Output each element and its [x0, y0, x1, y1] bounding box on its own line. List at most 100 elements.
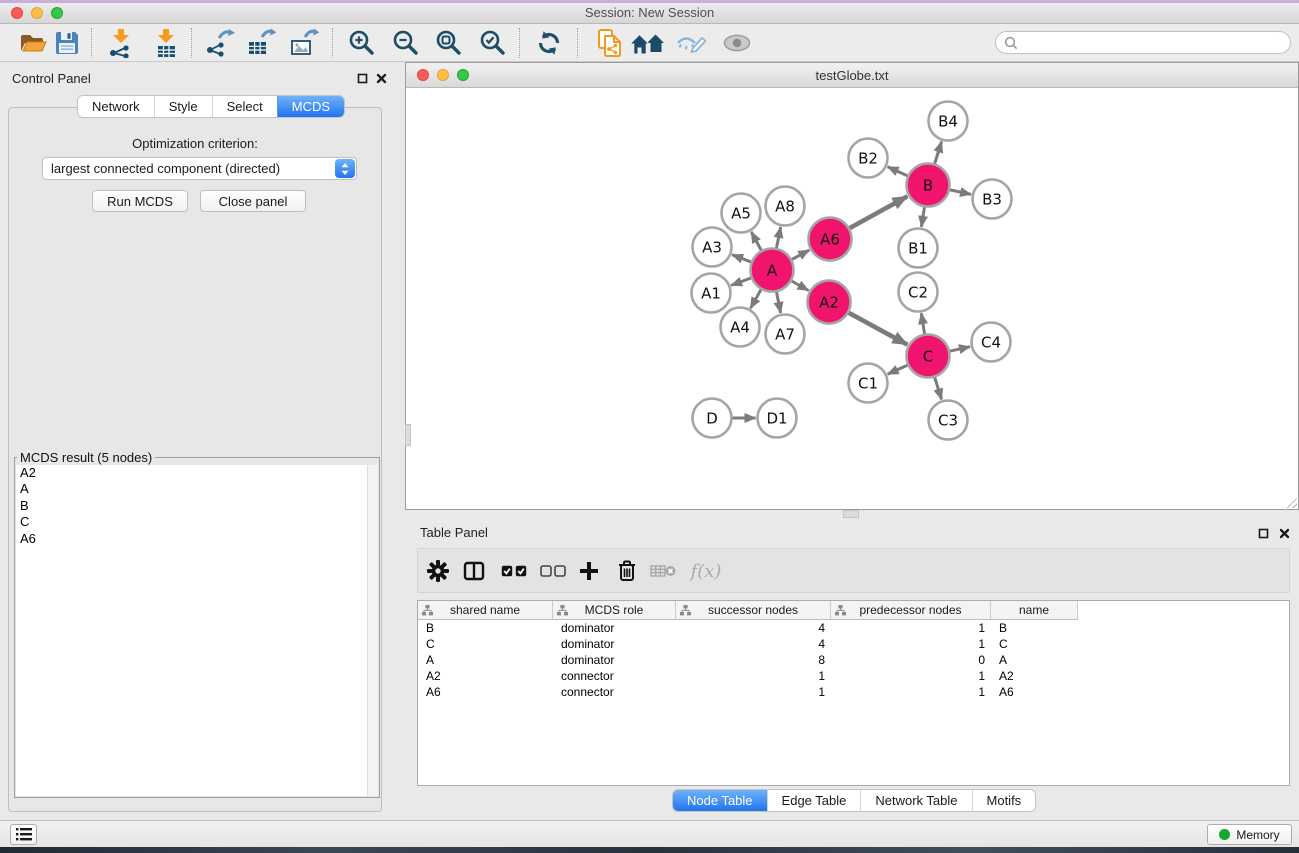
graph-node-a2[interactable]: A2: [808, 281, 851, 324]
deselect-all-button[interactable]: [537, 555, 569, 587]
mcds-result-item[interactable]: B: [16, 498, 378, 514]
graph-node-a7[interactable]: A7: [766, 315, 805, 354]
graph-edge-A-A5[interactable]: [751, 232, 761, 251]
close-panel-button[interactable]: Close panel: [200, 190, 306, 212]
network-window-titlebar[interactable]: testGlobe.txt: [406, 63, 1298, 88]
open-session-button[interactable]: [15, 26, 51, 59]
graph-edge-A-A7[interactable]: [776, 291, 780, 313]
task-history-button[interactable]: [10, 824, 37, 845]
tab-edge-table[interactable]: Edge Table: [767, 790, 861, 811]
graph-node-d[interactable]: D: [693, 399, 732, 438]
table-panel-float-button[interactable]: [1256, 526, 1271, 541]
graph-node-a4[interactable]: A4: [721, 308, 760, 347]
column-header-successor-nodes[interactable]: successor nodes: [676, 601, 831, 620]
table-settings-button[interactable]: [422, 555, 454, 587]
table-panel-close-button[interactable]: [1277, 526, 1292, 541]
export-network-button[interactable]: [202, 26, 238, 59]
column-header-predecessor-nodes[interactable]: predecessor nodes: [831, 601, 991, 620]
graph-edge-B-B2[interactable]: [888, 167, 909, 176]
graph-node-a[interactable]: A: [751, 249, 794, 292]
table-row[interactable]: Bdominator41B: [418, 620, 1289, 636]
zoom-in-button[interactable]: [344, 26, 380, 59]
graph-node-b[interactable]: B: [907, 164, 950, 207]
select-all-button[interactable]: [498, 555, 530, 587]
graph-node-d1[interactable]: D1: [758, 399, 797, 438]
mcds-result-item[interactable]: A: [16, 481, 378, 497]
add-row-button[interactable]: [573, 555, 605, 587]
mcds-result-item[interactable]: C: [16, 514, 378, 530]
clone-network-button[interactable]: [592, 26, 628, 59]
mcds-result-item[interactable]: A6: [16, 531, 378, 547]
network-graph[interactable]: B4B2BB3A8A5A6A3B1AC2A1A2A4A7C4CC1DD1C3: [406, 89, 1298, 510]
tab-motifs[interactable]: Motifs: [972, 790, 1036, 811]
graph-node-b3[interactable]: B3: [973, 180, 1012, 219]
zoom-fit-button[interactable]: [431, 26, 467, 59]
import-table-button[interactable]: [148, 26, 184, 59]
tab-select[interactable]: Select: [212, 96, 277, 117]
horizontal-splitter-handle[interactable]: [843, 510, 859, 518]
graph-edge-A-A4[interactable]: [751, 289, 762, 309]
graph-edge-A2-C[interactable]: [848, 312, 908, 344]
zoom-out-button[interactable]: [388, 26, 424, 59]
table-row[interactable]: A6connector11A6: [418, 684, 1289, 700]
search-input[interactable]: [1023, 35, 1290, 50]
graph-edge-A-A6[interactable]: [791, 250, 809, 260]
mcds-result-item[interactable]: A2: [16, 465, 378, 481]
graph-edge-C-C2[interactable]: [921, 313, 924, 335]
graph-edge-A-A1[interactable]: [731, 278, 752, 286]
function-builder-button[interactable]: f(x): [684, 555, 728, 587]
graph-edge-C-C1[interactable]: [888, 365, 909, 374]
graph-node-c[interactable]: C: [907, 335, 950, 378]
delete-table-button[interactable]: [647, 555, 679, 587]
column-header-name[interactable]: name: [991, 601, 1078, 620]
graph-node-b2[interactable]: B2: [849, 139, 888, 178]
tab-node-table[interactable]: Node Table: [673, 790, 767, 811]
save-session-button[interactable]: [49, 26, 85, 59]
graph-edge-A-A3[interactable]: [732, 255, 752, 263]
graph-edge-B-B3[interactable]: [949, 190, 971, 195]
criterion-dropdown[interactable]: largest connected component (directed): [42, 157, 357, 180]
delete-row-button[interactable]: [611, 555, 643, 587]
show-graphics-details-button[interactable]: [719, 26, 755, 59]
graph-node-b4[interactable]: B4: [929, 102, 968, 141]
graph-node-c2[interactable]: C2: [899, 273, 938, 312]
graph-node-a3[interactable]: A3: [693, 228, 732, 267]
export-table-button[interactable]: [243, 26, 279, 59]
import-network-button[interactable]: [103, 26, 139, 59]
zoom-window-button[interactable]: [51, 7, 63, 19]
insert-column-button[interactable]: [458, 555, 490, 587]
close-window-button[interactable]: [11, 7, 23, 19]
zoom-selected-button[interactable]: [475, 26, 511, 59]
run-mcds-button[interactable]: Run MCDS: [92, 190, 188, 212]
graph-edge-A6-B[interactable]: [849, 196, 908, 228]
refresh-button[interactable]: [531, 26, 567, 59]
export-image-button[interactable]: [286, 26, 322, 59]
table-row[interactable]: Cdominator41C: [418, 636, 1289, 652]
graph-edge-A-A2[interactable]: [791, 281, 809, 291]
network-close-button[interactable]: [417, 69, 429, 81]
hide-graphics-details-button[interactable]: [673, 26, 709, 59]
minimize-window-button[interactable]: [31, 7, 43, 19]
graph-node-c3[interactable]: C3: [929, 401, 968, 440]
graph-edge-B-B4[interactable]: [934, 142, 941, 165]
graph-node-a8[interactable]: A8: [766, 187, 805, 226]
search-field[interactable]: [995, 31, 1291, 54]
table-row[interactable]: A2connector11A2: [418, 668, 1289, 684]
column-header-shared-name[interactable]: shared name: [418, 601, 553, 620]
graph-node-a5[interactable]: A5: [722, 194, 761, 233]
graph-node-c4[interactable]: C4: [972, 323, 1011, 362]
vertical-splitter-handle[interactable]: [405, 424, 411, 446]
network-minimize-button[interactable]: [437, 69, 449, 81]
tab-mcds[interactable]: MCDS: [277, 96, 344, 117]
tab-style[interactable]: Style: [154, 96, 212, 117]
result-scrollbar[interactable]: [367, 465, 378, 796]
graph-edge-A-A8[interactable]: [776, 227, 780, 249]
network-canvas[interactable]: B4B2BB3A8A5A6A3B1AC2A1A2A4A7C4CC1DD1C3: [406, 89, 1298, 509]
graph-edge-C-C3[interactable]: [934, 377, 941, 400]
graph-node-a1[interactable]: A1: [692, 274, 731, 313]
control-panel-float-button[interactable]: [355, 71, 370, 86]
column-header-mcds-role[interactable]: MCDS role: [553, 601, 676, 620]
graph-node-c1[interactable]: C1: [849, 364, 888, 403]
graph-node-a6[interactable]: A6: [809, 218, 852, 261]
fit-content-button[interactable]: [629, 26, 665, 59]
